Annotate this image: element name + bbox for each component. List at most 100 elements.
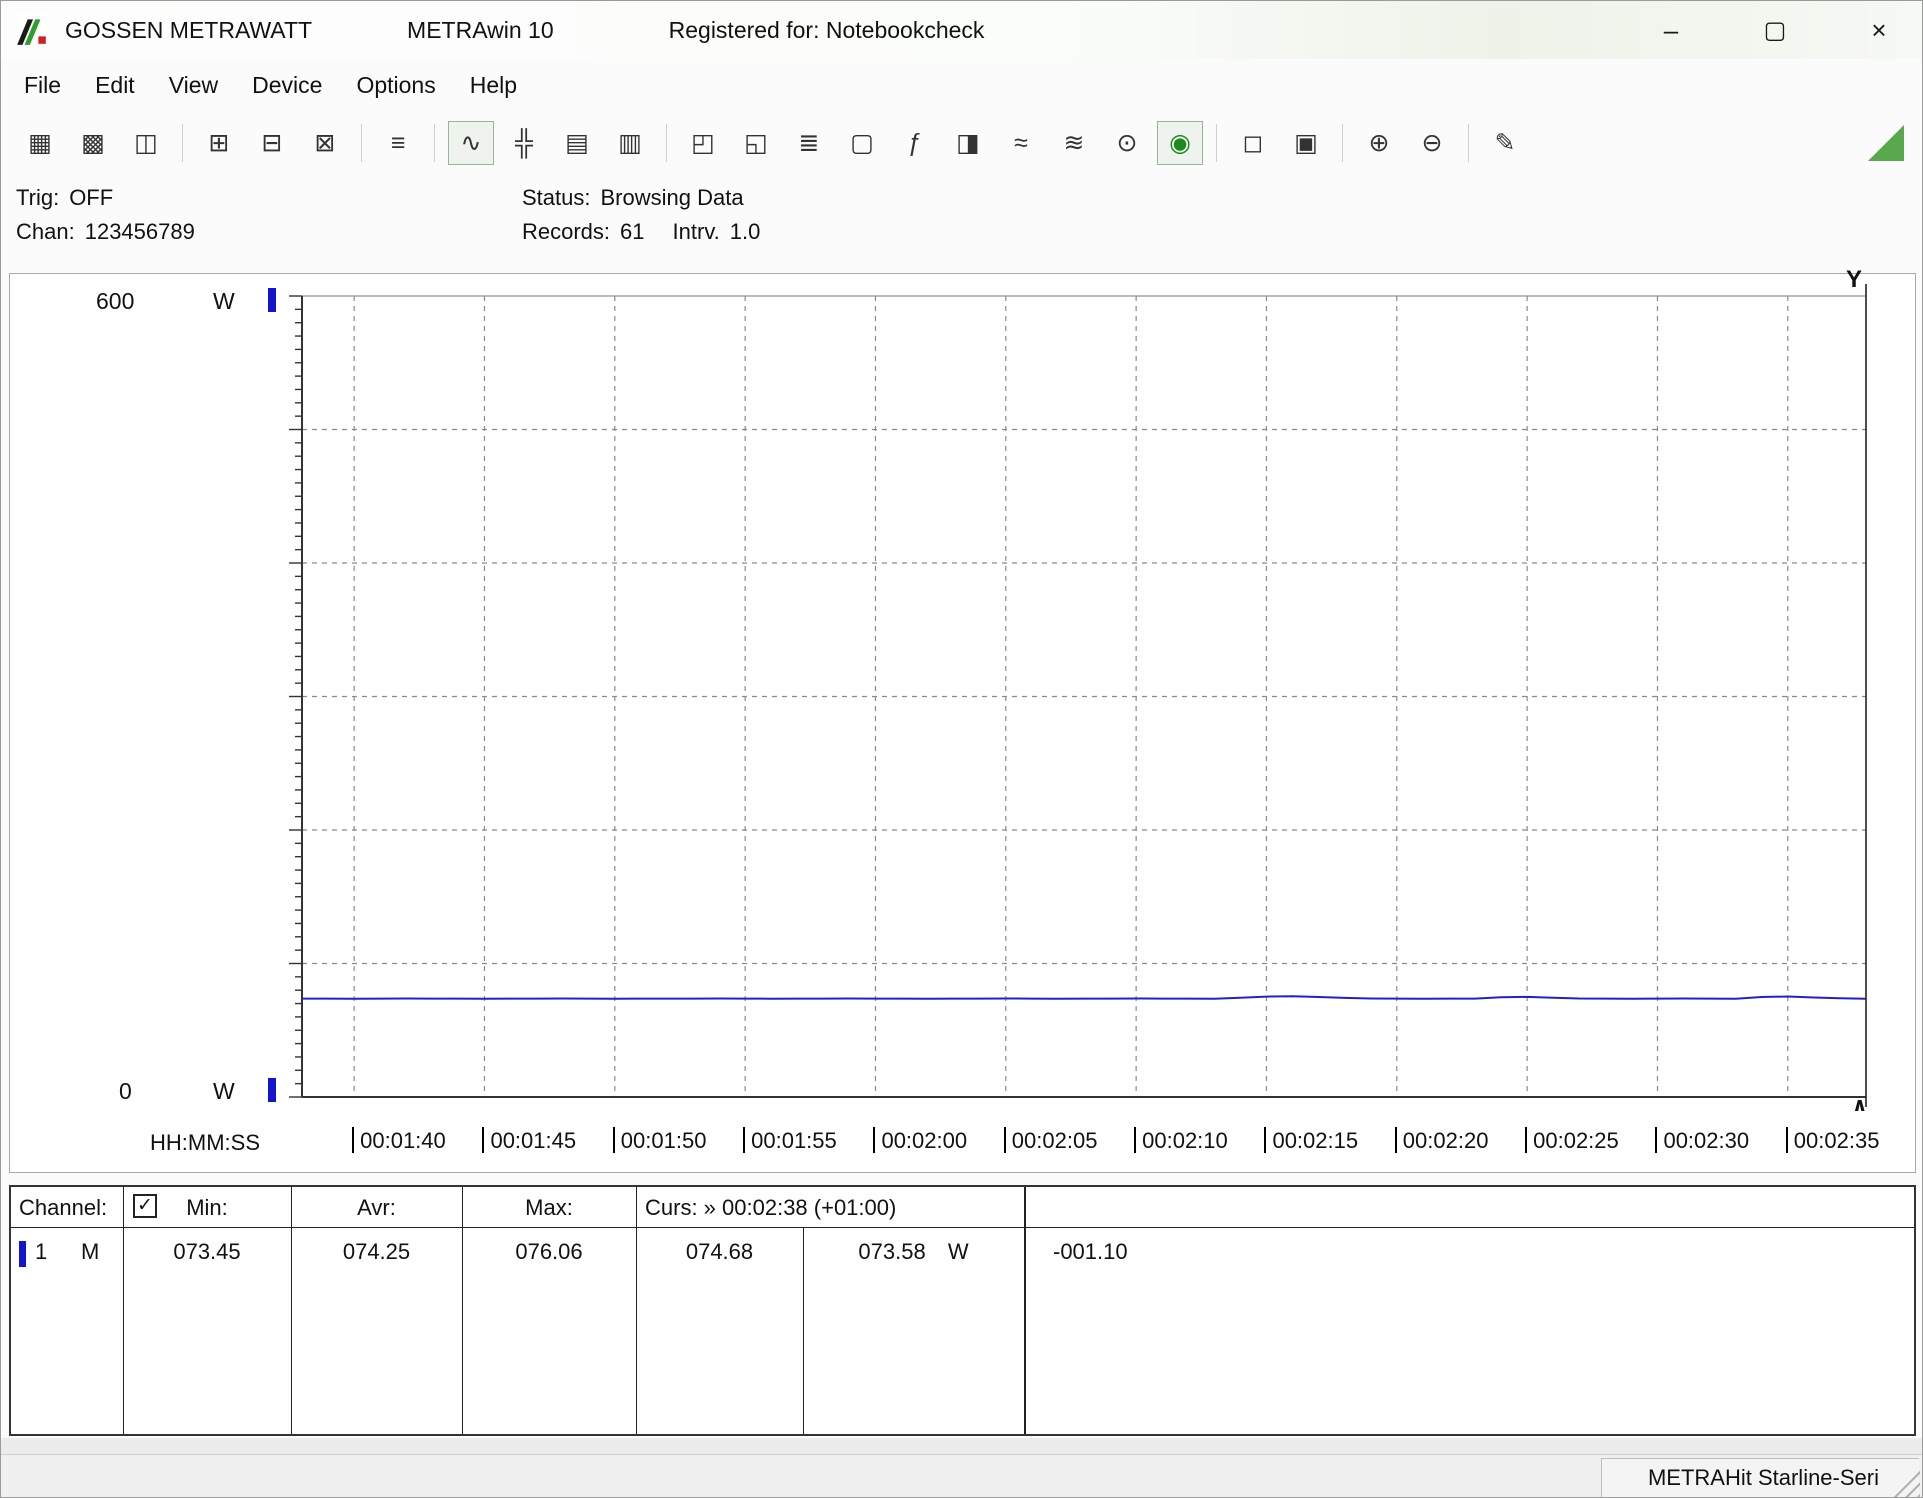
x-tick-label: 00:02:05 xyxy=(1004,1127,1098,1154)
y-axis-min-label: 0 xyxy=(119,1078,132,1105)
cell-cursor-b-value: 073.58 xyxy=(858,1239,925,1264)
channel-range-marker-bottom xyxy=(268,1078,276,1102)
channel-list: Chan:123456789 xyxy=(16,215,195,249)
window-import-button[interactable]: ◱ xyxy=(733,121,779,165)
y-axis-max-label: 600 xyxy=(96,288,134,315)
x-tick-label: 00:02:10 xyxy=(1134,1127,1228,1154)
x-tick-mark xyxy=(482,1127,484,1153)
toolbar-separator xyxy=(666,124,667,162)
table-divider xyxy=(291,1187,292,1434)
x-tick-mark xyxy=(352,1127,354,1153)
x-tick-mark xyxy=(1134,1127,1136,1153)
cell-avr: 074.25 xyxy=(291,1239,462,1265)
maximize-button[interactable]: ▢ xyxy=(1746,9,1804,51)
x-tick-label: 00:01:50 xyxy=(613,1127,707,1154)
table-divider xyxy=(636,1187,637,1434)
col-header-min: Min: xyxy=(123,1195,291,1221)
measurement-table: Channel: ✓ Min: Avr: Max: Curs: » 00:02:… xyxy=(9,1185,1916,1436)
x-tick-label: 00:01:55 xyxy=(743,1127,837,1154)
x-tick-label: 00:02:30 xyxy=(1655,1127,1749,1154)
x-axis-format-label: HH:MM:SS xyxy=(150,1130,260,1156)
x-tick-mark xyxy=(1264,1127,1266,1153)
app-window: GOSSEN METRAWATT METRAwin 10 Registered … xyxy=(0,0,1923,1498)
table-view-button[interactable]: ▤ xyxy=(554,121,600,165)
menu-options[interactable]: Options xyxy=(339,66,452,105)
minimize-button[interactable]: – xyxy=(1642,9,1700,51)
x-tick-label: 00:01:45 xyxy=(482,1127,576,1154)
save-as-button[interactable]: ▩ xyxy=(70,121,116,165)
timeline-view-button[interactable]: ≣ xyxy=(786,121,832,165)
cell-cursor-b: 073.58 W xyxy=(803,1239,1024,1265)
records-text: Records:61Intrv.1.0 xyxy=(522,215,760,249)
menu-view[interactable]: View xyxy=(152,66,235,105)
x-tick-mark xyxy=(1655,1127,1657,1153)
series-line xyxy=(302,996,1866,998)
print-button[interactable]: ▣ xyxy=(1283,121,1329,165)
function-button[interactable]: ƒ xyxy=(892,121,938,165)
window-controls: – ▢ × xyxy=(1642,1,1908,59)
toolbar-separator xyxy=(1216,124,1217,162)
device-display-button[interactable]: ◨ xyxy=(945,121,991,165)
cell-channel-mode: M xyxy=(81,1239,99,1265)
x-tick-mark xyxy=(1395,1127,1397,1153)
window-export-button[interactable]: ◰ xyxy=(680,121,726,165)
col-header-cursor: Curs: » 00:02:38 (+01:00) xyxy=(645,1195,896,1221)
menu-device[interactable]: Device xyxy=(235,66,339,105)
toolbar: ▦▩◫ ⊞⊟⊠ ≡ ∿╬▤▥ ◰◱≣▢ƒ◨≈≋⊙◉ ◻▣ ⊕⊖ ✎ xyxy=(1,111,1922,175)
x-tick-mark xyxy=(873,1127,875,1153)
titlebar-registered-text: Registered for: Notebookcheck xyxy=(669,17,985,44)
cell-cursor-b-unit: W xyxy=(948,1239,969,1264)
app-icon xyxy=(15,13,49,47)
connected-device-label: METRAHit Starline-Seri xyxy=(1601,1458,1919,1498)
line-graph-view-button[interactable]: ∿ xyxy=(448,121,494,165)
col-header-avr: Avr: xyxy=(291,1195,462,1221)
annotation-button[interactable]: ✎ xyxy=(1482,121,1528,165)
save-button[interactable]: ▦ xyxy=(17,121,63,165)
toolbar-corner-decoration xyxy=(1868,125,1904,161)
close-button[interactable]: × xyxy=(1850,9,1908,51)
toolbar-separator xyxy=(182,124,183,162)
open-button[interactable]: ◫ xyxy=(123,121,169,165)
monitor-view-button[interactable]: ▢ xyxy=(839,121,885,165)
table-divider xyxy=(462,1187,463,1434)
waveform-high-button[interactable]: ≋ xyxy=(1051,121,1097,165)
col-header-max: Max: xyxy=(462,1195,636,1221)
waveform-low-button[interactable]: ≈ xyxy=(998,121,1044,165)
cell-channel-number: 1 xyxy=(35,1239,47,1265)
y-axis-unit-bottom: W xyxy=(213,1078,235,1105)
table-header-divider xyxy=(11,1227,1914,1228)
x-tick-label: 00:01:40 xyxy=(352,1127,446,1154)
menu-file[interactable]: File xyxy=(7,66,78,105)
cell-cursor-delta: -001.10 xyxy=(1053,1239,1128,1265)
x-tick-label: 00:02:00 xyxy=(873,1127,967,1154)
x-tick-label: 00:02:35 xyxy=(1786,1127,1880,1154)
power-line-chart xyxy=(10,274,1917,1174)
toolbar-separator xyxy=(361,124,362,162)
menu-help[interactable]: Help xyxy=(453,66,534,105)
x-tick-label: 00:02:20 xyxy=(1395,1127,1489,1154)
menu-edit[interactable]: Edit xyxy=(78,66,152,105)
zoom-out-button[interactable]: ⊖ xyxy=(1409,121,1455,165)
numeric-display-button[interactable]: ≡ xyxy=(375,121,421,165)
trigger-status: Trig:OFF xyxy=(16,181,195,215)
xy-view-button[interactable]: ╬ xyxy=(501,121,547,165)
cell-max: 076.06 xyxy=(462,1239,636,1265)
zoom-in-button[interactable]: ⊕ xyxy=(1356,121,1402,165)
y-axis-unit-top: W xyxy=(213,288,235,315)
bar-graph-view-button[interactable]: ▥ xyxy=(607,121,653,165)
power-meter-button[interactable]: ◉ xyxy=(1157,121,1203,165)
cell-min: 073.45 xyxy=(123,1239,291,1265)
statusbar: METRAHit Starline-Seri xyxy=(1,1454,1922,1498)
cursor-handle-bottom[interactable]: ∧ xyxy=(1852,1094,1867,1117)
cursor-handle-top[interactable]: Y xyxy=(1846,266,1862,294)
export-clipboard-button[interactable]: ⊠ xyxy=(302,121,348,165)
x-tick-mark xyxy=(743,1127,745,1153)
x-tick-mark xyxy=(613,1127,615,1153)
window-chrome-strip xyxy=(1,1438,1922,1454)
print-preview-button[interactable]: ◻ xyxy=(1230,121,1276,165)
export-data-button[interactable]: ⊟ xyxy=(249,121,295,165)
meter-dial-button[interactable]: ⊙ xyxy=(1104,121,1150,165)
x-tick-mark xyxy=(1004,1127,1006,1153)
toolbar-separator xyxy=(1468,124,1469,162)
export-report-button[interactable]: ⊞ xyxy=(196,121,242,165)
